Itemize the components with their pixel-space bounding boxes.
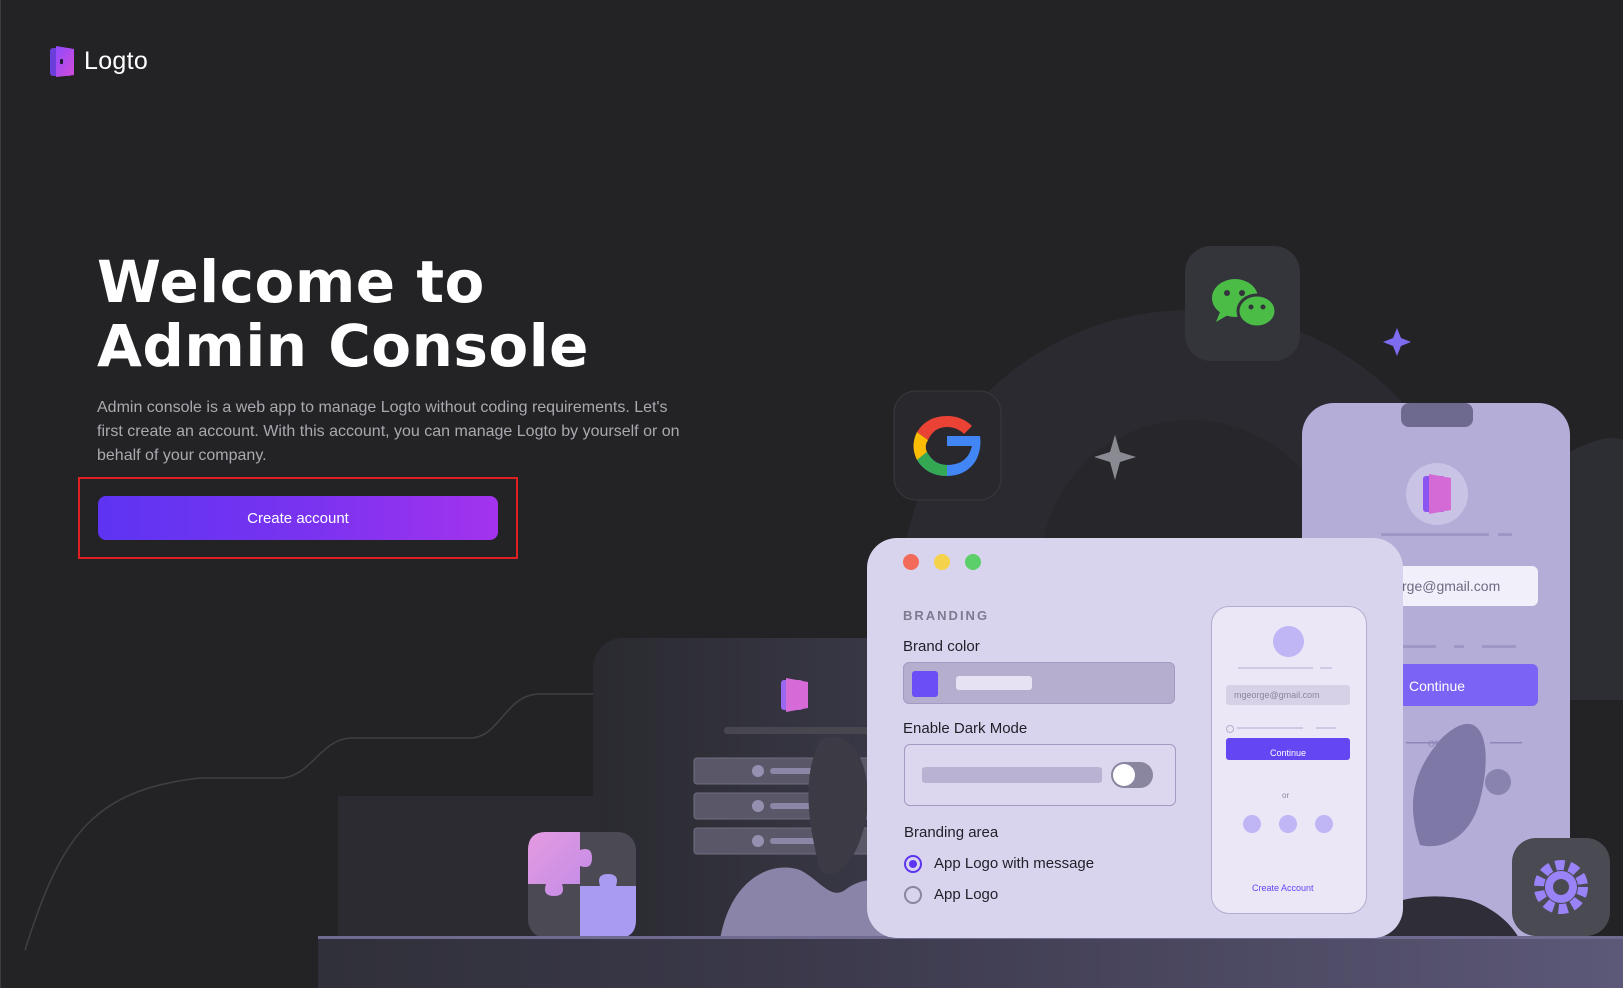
create-account-button[interactable]: Create account <box>98 496 498 540</box>
big-phone-continue-label: Continue <box>1409 678 1466 694</box>
create-account-link-mock: Create Account <box>1252 883 1314 893</box>
avatar <box>1273 626 1304 657</box>
window-maximize-dot <box>965 554 981 570</box>
email-field: mgeorge@gmail.com <box>1226 685 1350 705</box>
color-value-placeholder <box>956 676 1032 690</box>
big-phone-email-value: rge@gmail.com <box>1402 578 1501 594</box>
welcome-section: Welcome to Admin Console Admin console i… <box>97 250 697 468</box>
window-close-dot <box>903 554 919 570</box>
preview-phone-mock: mgeorge@gmail.com Continue or Create Acc… <box>1211 606 1367 914</box>
placeholder-line <box>1316 727 1336 729</box>
option-label: App Logo with message <box>934 855 1095 872</box>
branding-card-mock: BRANDING Brand color Enable Dark Mode Br… <box>867 538 1403 938</box>
radio-app-logo-with-message <box>904 855 922 873</box>
big-phone-divider-label: or <box>1428 736 1439 750</box>
placeholder-line <box>724 727 884 734</box>
placeholder-line <box>1320 667 1332 669</box>
welcome-description: Admin console is a web app to manage Log… <box>97 399 680 464</box>
branding-section-title: BRANDING <box>903 608 990 623</box>
placeholder-line <box>1238 667 1313 669</box>
ground-line <box>318 936 1623 939</box>
dark-mode-toggle <box>1111 762 1153 788</box>
google-icon <box>893 390 1002 501</box>
branding-area-label: Branding area <box>904 824 999 841</box>
dark-mode-field <box>904 744 1176 806</box>
dark-card-logo-icon <box>781 678 808 712</box>
window-minimize-dot <box>934 554 950 570</box>
brand-color-swatch <box>912 671 938 697</box>
page-title: Welcome to Admin Console <box>97 248 589 380</box>
dark-mode-label: Enable Dark Mode <box>903 720 1028 737</box>
toggle-knob <box>1113 764 1135 786</box>
option-label: App Logo <box>934 886 999 903</box>
placeholder-line <box>1237 727 1303 729</box>
divider-label: or <box>1282 791 1290 800</box>
preview-continue-button: Continue <box>1226 738 1350 760</box>
gear-icon <box>1512 838 1610 936</box>
brand-color-label: Brand color <box>903 638 980 655</box>
social-button-mock <box>1315 815 1333 833</box>
social-button-mock <box>1279 815 1297 833</box>
continue-label: Continue <box>1269 748 1307 758</box>
radio-app-logo <box>904 886 922 904</box>
brand-color-field <box>903 662 1175 704</box>
email-placeholder: mgeorge@gmail.com <box>1234 690 1320 700</box>
puzzle-icon <box>528 832 636 938</box>
social-button-mock <box>1243 815 1261 833</box>
sparkle-icon <box>1383 328 1411 356</box>
checkbox-mock <box>1226 725 1234 733</box>
wechat-icon <box>1185 246 1300 361</box>
placeholder-bar <box>922 767 1102 783</box>
